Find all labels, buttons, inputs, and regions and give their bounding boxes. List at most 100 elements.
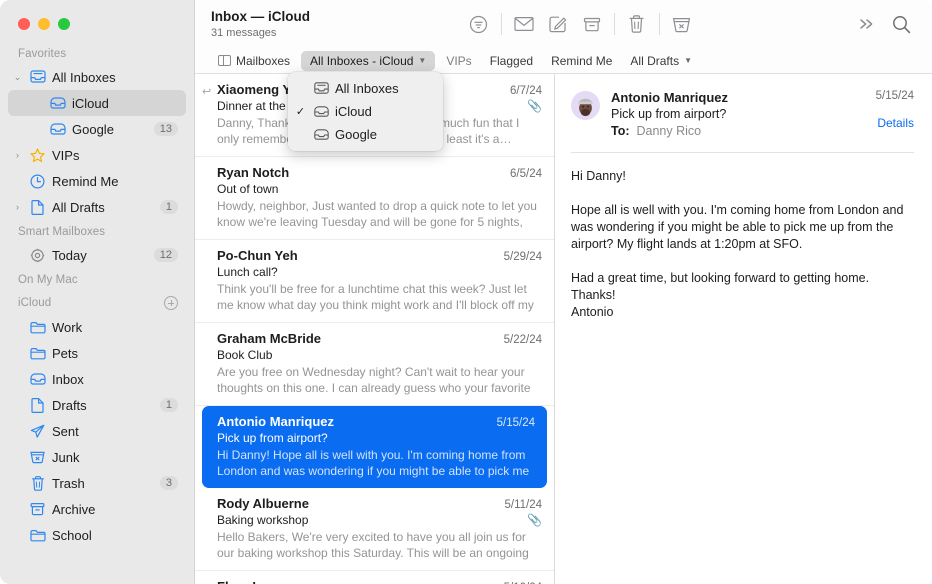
folder-icon <box>29 347 46 360</box>
sidebar-item-remind-me[interactable]: Remind Me <box>8 168 186 194</box>
message-date: 5/15/24 <box>497 417 535 429</box>
message-subject: Book Club <box>217 348 542 362</box>
filter-tab-all-drafts[interactable]: All Drafts▼ <box>621 51 701 71</box>
mark-unread-icon[interactable] <box>507 10 541 38</box>
message-subject-row: Lunch call? <box>217 265 542 279</box>
sidebar-item-label: School <box>52 528 178 543</box>
sidebar-item-all-drafts[interactable]: ›All Drafts1 <box>8 194 186 220</box>
delete-icon[interactable] <box>620 10 654 38</box>
dropdown-item-label: All Inboxes <box>335 81 399 96</box>
filter-tab-flagged[interactable]: Flagged <box>481 51 542 71</box>
clock-icon <box>29 174 46 189</box>
message-list-item[interactable]: Po-Chun Yeh5/29/24Lunch call?Think you'l… <box>195 240 554 323</box>
mailbox-selector[interactable]: All Inboxes - iCloud ▼ <box>301 51 435 71</box>
details-link[interactable]: Details <box>876 116 914 130</box>
sidebar-item-archive[interactable]: Archive <box>8 496 186 522</box>
replied-arrow-icon: ↩ <box>202 85 211 98</box>
sidebar-item-label: Archive <box>52 502 178 517</box>
mailbox-dropdown-menu[interactable]: All Inboxes ✓iCloud Google <box>288 72 443 151</box>
sidebar-item-label: Pets <box>52 346 178 361</box>
toolbar-divider <box>501 13 502 35</box>
dropdown-item-icloud[interactable]: ✓iCloud <box>288 100 443 123</box>
message-list-item[interactable]: Antonio Manriquez 5/15/24 Pick up from air… <box>202 406 547 488</box>
disclosure-triangle-icon[interactable]: ⌄ <box>12 73 23 82</box>
sidebar-section-title: Smart Mailboxes <box>18 226 105 238</box>
sidebar-section-title: Favorites <box>18 48 66 60</box>
traffic-lights <box>0 0 194 42</box>
message-list-item[interactable]: Rody Albuerne5/11/24Baking workshop📎Hell… <box>195 488 554 571</box>
sidebar-item-today[interactable]: Today12 <box>8 242 186 268</box>
message-count: 31 messages <box>211 26 310 40</box>
dropdown-item-label: Google <box>335 127 377 142</box>
message-sender: Antonio Manriquez <box>217 414 489 429</box>
sidebar-item-junk[interactable]: Junk <box>8 444 186 470</box>
sidebar-item-label: Inbox <box>52 372 178 387</box>
unread-badge: 3 <box>160 476 178 490</box>
sidebar-item-label: Google <box>72 122 148 137</box>
junk-icon[interactable] <box>665 10 699 38</box>
sidebar-item-label: All Inboxes <box>52 70 178 85</box>
archive-icon <box>29 502 46 516</box>
sidebar-item-sent[interactable]: Sent <box>8 418 186 444</box>
reader-meta: 5/15/24 Details <box>876 90 914 138</box>
message-preview: Howdy, neighbor, Just wanted to drop a q… <box>217 198 542 230</box>
reader-recipient: To: Danny Rico <box>611 124 865 138</box>
archive-icon[interactable] <box>575 10 609 38</box>
message-sender: Graham McBride <box>217 331 496 346</box>
more-icon[interactable] <box>850 10 884 38</box>
close-button[interactable] <box>18 18 30 30</box>
message-subject-row: Out of town <box>217 182 542 196</box>
sidebar-item-work[interactable]: Work <box>8 314 186 340</box>
filter-sort-icon[interactable] <box>462 10 496 38</box>
zoom-button[interactable] <box>58 18 70 30</box>
compose-icon[interactable] <box>541 10 575 38</box>
add-mailbox-icon[interactable] <box>164 296 178 310</box>
sidebar-item-inbox[interactable]: Inbox <box>8 366 186 392</box>
attachment-paperclip-icon: 📎 <box>527 99 542 113</box>
sidebar-item-label: Trash <box>52 476 154 491</box>
message-sender: Ryan Notch <box>217 165 502 180</box>
sidebar-item-trash[interactable]: Trash 3 <box>8 470 186 496</box>
message-date: 5/22/24 <box>504 334 542 346</box>
search-icon[interactable] <box>884 10 918 38</box>
message-list-item[interactable]: Ryan Notch 6/5/24 Out of town Howdy, neighb… <box>195 157 554 240</box>
sidebar-item-icloud[interactable]: iCloud <box>8 90 186 116</box>
unread-badge: 12 <box>154 248 178 262</box>
disclosure-triangle-icon[interactable]: › <box>12 203 23 212</box>
sidebar-item-google[interactable]: Google 13 <box>8 116 186 142</box>
reader-subject: Pick up from airport? <box>611 107 865 121</box>
sidebar-item-drafts[interactable]: Drafts1 <box>8 392 186 418</box>
document-icon <box>29 200 46 215</box>
junk-icon <box>29 450 46 464</box>
message-list-item[interactable]: Graham McBride5/22/24Book ClubAre you fr… <box>195 323 554 406</box>
mailboxes-label: Mailboxes <box>236 54 290 68</box>
message-sender: Fleur Lasseur <box>217 579 496 584</box>
sidebar-item-pets[interactable]: Pets <box>8 340 186 366</box>
unread-badge: 1 <box>160 200 178 214</box>
to-label: To: <box>611 124 630 138</box>
filter-tab-vips[interactable]: VIPs <box>437 51 480 71</box>
paper-plane-icon <box>29 424 46 439</box>
message-list-item[interactable]: Fleur Lasseur5/10/24Soccer jerseysAre yo… <box>195 571 554 584</box>
sidebar-item-school[interactable]: School <box>8 522 186 548</box>
avatar <box>571 91 600 120</box>
filter-bar: Mailboxes All Inboxes - iCloud ▼ VIPsFla… <box>195 48 932 74</box>
sidebar-item-all-inboxes[interactable]: ⌄ All Inboxes <box>8 64 186 90</box>
message-subject-row: Baking workshop📎 <box>217 513 542 527</box>
dropdown-item-all-inboxes[interactable]: All Inboxes <box>288 77 443 100</box>
sidebar-section-header: On My Mac <box>0 268 194 290</box>
mailboxes-toggle[interactable]: Mailboxes <box>209 51 299 71</box>
sidebar-section-title: iCloud <box>18 297 51 309</box>
disclosure-triangle-icon[interactable]: › <box>12 151 23 160</box>
message-sender: Po-Chun Yeh <box>217 248 496 263</box>
message-date: 6/5/24 <box>510 168 542 180</box>
inbox-icon <box>49 123 66 135</box>
message-subject: Pick up from airport? <box>217 431 535 445</box>
toolbar-title-block: Inbox — iCloud 31 messages <box>211 9 310 40</box>
sidebar-item-vips[interactable]: ›VIPs <box>8 142 186 168</box>
filter-tab-remind-me[interactable]: Remind Me <box>542 51 621 71</box>
dropdown-item-google[interactable]: Google <box>288 123 443 146</box>
inbox-icon <box>313 129 329 140</box>
unread-badge: 13 <box>154 122 178 136</box>
minimize-button[interactable] <box>38 18 50 30</box>
